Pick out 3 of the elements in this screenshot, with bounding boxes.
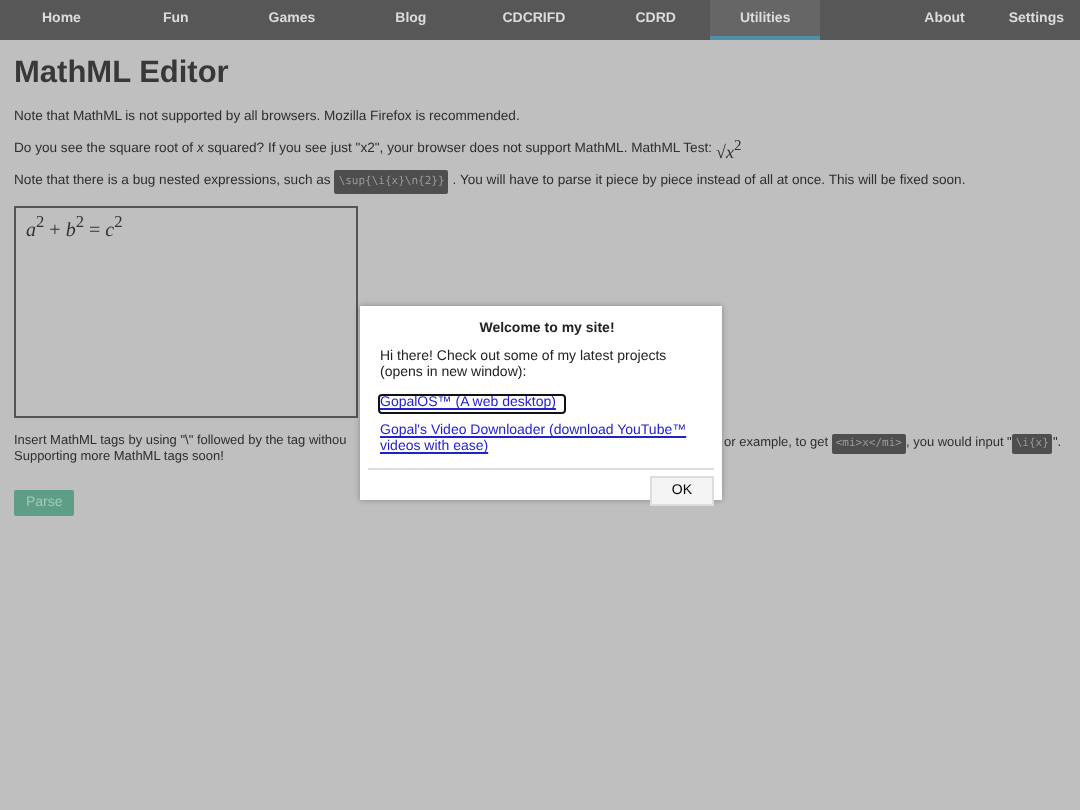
math-formula: √x$^{2}$: [716, 136, 742, 162]
math-editor-field[interactable]: a$^{2}$ + b$^{2}$ = c$^{2}$: [14, 206, 358, 418]
page-title: MathML Editor: [14, 56, 231, 92]
